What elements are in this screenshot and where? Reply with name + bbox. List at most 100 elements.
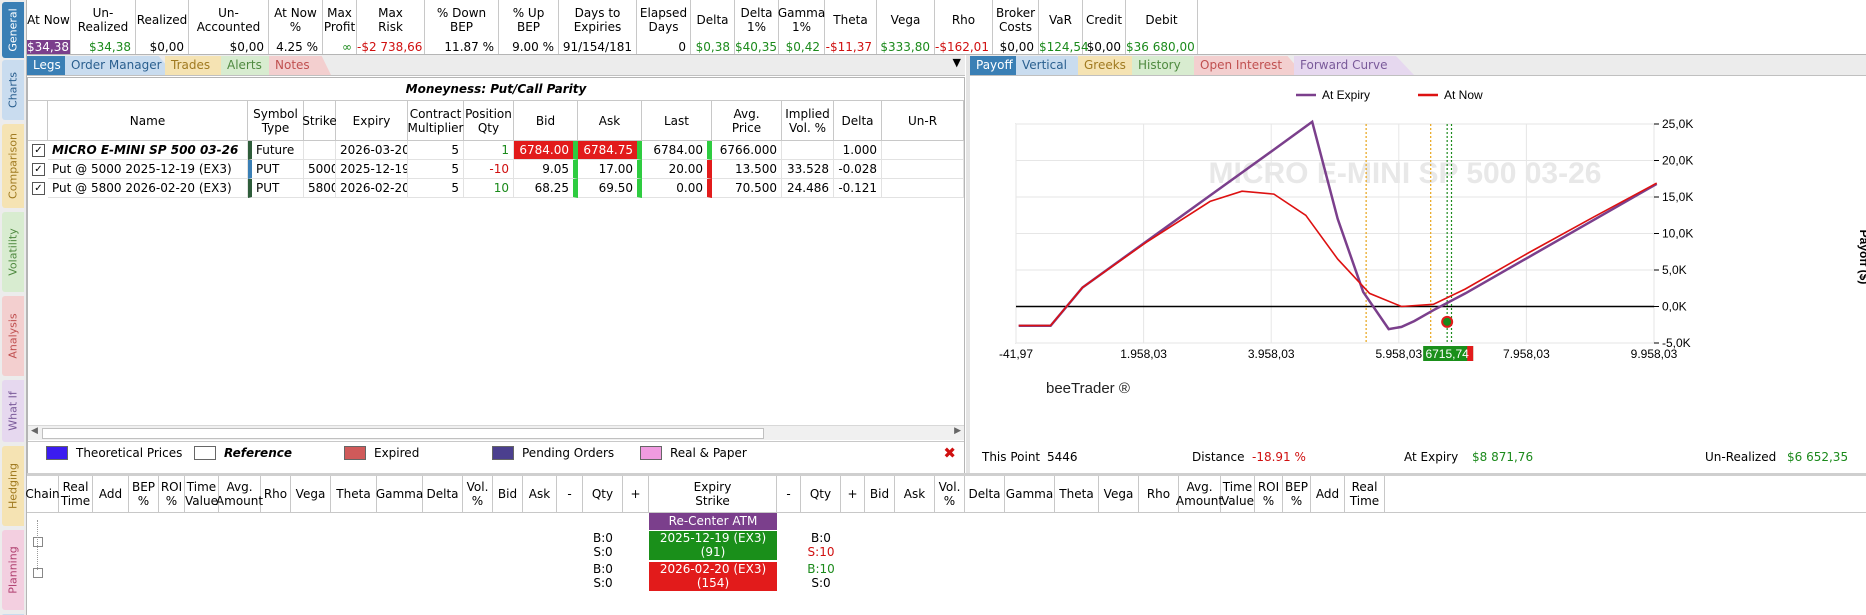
legs-header[interactable]: Contract Multiplier [408,101,464,141]
chain-header[interactable]: Ask [523,476,557,512]
legs-header[interactable]: Symbol Type [248,101,304,141]
chain-header[interactable]: Vega [291,476,331,512]
legs-header[interactable]: Avg. Price [712,101,782,141]
chain-header[interactable]: Real Time [1345,476,1385,512]
legs-header[interactable]: Un-R [882,101,964,141]
side-tab-3[interactable]: Comparison [2,124,24,208]
recenter-atm-button[interactable]: Re-Center ATM [649,513,777,530]
chain-header[interactable]: ROI% [159,476,185,512]
tab-forward-curve[interactable]: Forward Curve [1294,56,1414,75]
legs-header[interactable]: Expiry [336,101,408,141]
legs-hscroll-thumb[interactable] [42,428,764,439]
chain-header[interactable]: BEP% [129,476,159,512]
chain-header[interactable]: Delta [965,476,1005,512]
legs-cell-name: Put @ 5000 2025-12-19 (EX3) [48,160,248,179]
tab-dropdown-icon[interactable]: ▼ [953,56,961,69]
close-legend-icon[interactable]: ✖ [943,444,956,462]
chain-header[interactable]: Rho [1139,476,1179,512]
legs-header[interactable]: Implied Vol. % [782,101,834,141]
chain-header[interactable]: - [557,476,583,512]
chain-header[interactable]: Bid [865,476,895,512]
payoff-panel: MICRO E-MINI SP 500 03-26 25,0K 20,0K 15,0… [970,77,1866,473]
legs-header[interactable]: Ask [578,101,642,141]
chain-header[interactable]: + [841,476,865,512]
chain-header[interactable]: Avg. Amount [1176,476,1223,512]
chain-header[interactable]: Time Value [1221,476,1255,512]
y-axis-label: Payoff ($) [1857,230,1866,285]
side-tab-6[interactable]: What If [2,380,24,442]
legs-row[interactable]: ✓ Put @ 5800 2026-02-20 (EX3) PUT 5800 2026-… [28,179,964,198]
summary-value: 9.00 % [512,40,554,54]
chain-header[interactable]: Qty [583,476,623,512]
chain-header[interactable]: Rho [261,476,291,512]
chain-header[interactable]: Bid [493,476,523,512]
chain-header[interactable]: ROI% [1255,476,1283,512]
summary-value: $0,00 [1086,40,1121,54]
chain-header[interactable]: Theta [331,476,377,512]
current-point-marker[interactable] [1441,315,1454,328]
series-line-at-expiry[interactable] [1018,119,1658,331]
legs-hscrollbar[interactable]: ◀ ▶ [28,425,964,440]
strike-label: 6784.00 (0.00) [668,590,758,604]
expand-row-icon[interactable] [33,537,43,547]
summary-cell: % Up BEP 9.00 % [499,0,559,54]
chain-header[interactable]: Theta [1055,476,1099,512]
chain-header[interactable]: Vol.% [935,476,965,512]
row-checkbox[interactable]: ✓ [32,144,45,157]
chain-header[interactable]: Vol.% [463,476,493,512]
tab-history[interactable]: History [1132,56,1204,75]
chain-header[interactable]: Add [93,476,129,512]
summary-header: Debit [1145,13,1178,27]
legs-grid: Name Symbol Type Strike Expiry Contract Multip… [28,101,964,311]
chain-header[interactable]: Chain [25,476,60,512]
summary-value: 4.25 % [276,40,318,54]
summary-header: VaR [1049,13,1072,27]
y-tick-label: 25,0K [1662,117,1693,131]
chain-header[interactable]: Time Value [185,476,219,512]
chain-header[interactable]: Gamma [1005,476,1055,512]
expiry-strike-cell[interactable]: 2026-02-20 (EX3) (154) 6784.00 (0.00) [649,562,777,604]
scroll-left-icon[interactable]: ◀ [31,426,38,436]
chain-header[interactable]: Real Time [59,476,93,512]
expiry-strike-cell[interactable]: 2025-12-19 (EX3) (91)6715.74 (68.26) [649,531,777,573]
legs-header[interactable]: Bid [514,101,578,141]
legs-row[interactable]: ✓ MICRO E-MINI SP 500 03-26 Future 2026-03-… [28,141,964,160]
chain-header[interactable]: Gamma [376,476,423,512]
tab-open-interest[interactable]: Open Interest [1194,56,1304,75]
chain-header[interactable]: Add [1311,476,1345,512]
legs-row[interactable]: ✓ Put @ 5000 2025-12-19 (EX3) PUT 5000 2025-… [28,160,964,179]
x-tick-label: 9.958,03 [1631,347,1678,361]
legs-cell-strike: 5000 [304,160,336,179]
legend-label: Expired [374,446,420,460]
chain-header[interactable]: Avg. Amount [216,476,263,512]
chain-header-expiry-strike[interactable]: Expiry Strike [649,476,777,512]
legs-header[interactable]: Last [642,101,712,141]
series-line-at-now[interactable] [1018,182,1658,327]
expand-row-icon[interactable] [33,568,43,578]
legs-header[interactable]: Delta [834,101,882,141]
chain-header[interactable]: Ask [895,476,935,512]
chain-header[interactable]: BEP% [1283,476,1311,512]
side-tab-1[interactable]: General [2,2,24,58]
side-tab-2[interactable]: Charts [2,60,24,120]
payoff-chart[interactable]: MICRO E-MINI SP 500 03-26 25,0K 20,0K 15,0… [970,77,1866,442]
legs-header[interactable]: Position Qty [464,101,514,141]
tab-vertical[interactable]: Vertical [1016,56,1088,75]
legend-label: Reference [224,446,292,460]
side-tab-7[interactable]: Hedging [2,446,24,526]
legs-header[interactable]: Strike [302,101,337,141]
tab-order-manager[interactable]: Order Manager [65,56,175,75]
chain-header[interactable]: Vega [1099,476,1139,512]
side-tab-5[interactable]: Analysis [2,296,24,376]
row-checkbox[interactable]: ✓ [32,163,45,176]
chain-header[interactable]: - [777,476,801,512]
chain-header[interactable]: Qty [801,476,841,512]
side-tab-8[interactable]: Planning [2,530,24,610]
chain-header[interactable]: Delta [423,476,463,512]
chain-header[interactable]: + [623,476,649,512]
scroll-right-icon[interactable]: ▶ [954,426,961,436]
row-checkbox[interactable]: ✓ [32,182,45,195]
side-tab-4[interactable]: Volatility [2,212,24,292]
legs-header[interactable]: Name [48,101,248,141]
tab-notes[interactable]: Notes [269,56,331,75]
